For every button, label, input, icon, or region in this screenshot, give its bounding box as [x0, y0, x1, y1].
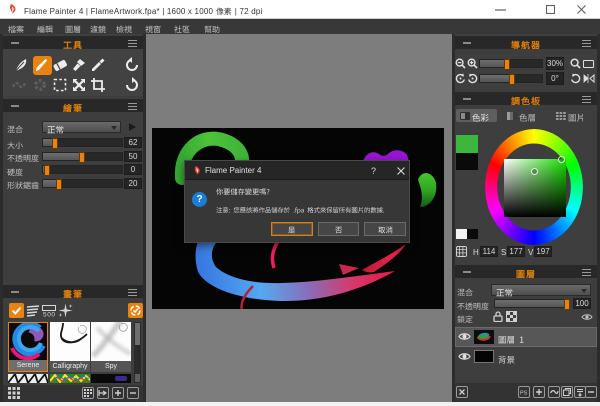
svg-text:PS: PS — [520, 391, 528, 397]
svg-text:500: 500 — [43, 312, 55, 318]
